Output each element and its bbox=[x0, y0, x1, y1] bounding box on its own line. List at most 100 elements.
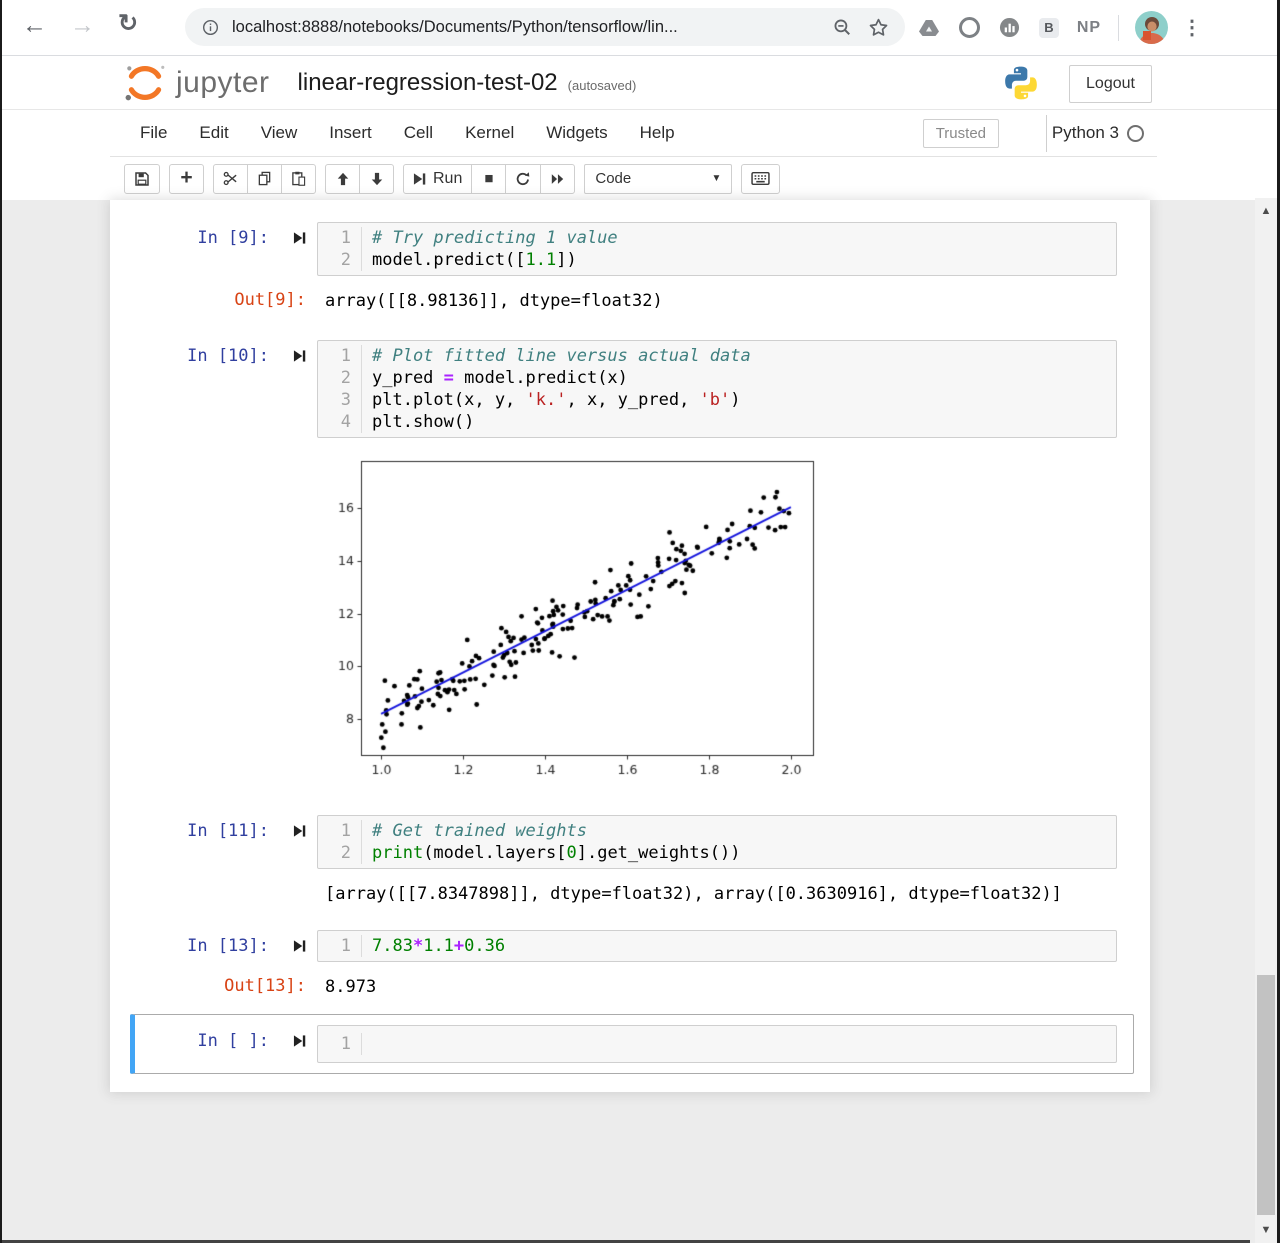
browser-chrome: ← → ↻ localhost:8888/notebooks/Documents… bbox=[0, 0, 1280, 56]
move-cell-down-button[interactable] bbox=[359, 164, 394, 194]
run-cell-icon[interactable] bbox=[293, 349, 306, 363]
cell-prompt-area: In [ ]: bbox=[135, 1025, 306, 1063]
url-text[interactable]: localhost:8888/notebooks/Documents/Pytho… bbox=[232, 18, 817, 37]
cell-prompt-area: In [11]: bbox=[110, 815, 306, 869]
scrollbar[interactable]: ▲ ▼ bbox=[1255, 198, 1277, 1243]
forward-icon[interactable]: → bbox=[70, 13, 95, 38]
code-editor[interactable]: 1 bbox=[317, 1025, 1117, 1063]
scissors-icon bbox=[223, 171, 238, 186]
matplotlib-figure bbox=[332, 458, 832, 788]
arrow-down-icon bbox=[370, 172, 384, 186]
code-text: 7.83*1.1+0.36 bbox=[362, 935, 505, 957]
code-text: # Plot fitted line versus actual data bbox=[362, 345, 751, 367]
paste-cell-button[interactable] bbox=[281, 164, 316, 194]
cut-cell-button[interactable] bbox=[213, 164, 248, 194]
code-editor[interactable]: 1# Try predicting 1 value2model.predict(… bbox=[317, 222, 1117, 276]
logout-button[interactable]: Logout bbox=[1069, 65, 1152, 103]
cell-prompt-area: In [10]: bbox=[110, 340, 306, 438]
save-button[interactable] bbox=[124, 164, 160, 194]
code-text: # Get trained weights bbox=[362, 820, 587, 842]
code-line: 1# Get trained weights bbox=[318, 820, 1116, 842]
restart-kernel-button[interactable] bbox=[505, 164, 541, 194]
code-cell[interactable]: In [9]:1# Try predicting 1 value2model.p… bbox=[110, 222, 1150, 276]
menu-view[interactable]: View bbox=[245, 123, 314, 143]
profile-avatar[interactable] bbox=[1135, 11, 1168, 44]
notebook-title[interactable]: linear-regression-test-02 bbox=[298, 69, 558, 97]
scrollbar-thumb[interactable] bbox=[1257, 975, 1275, 1215]
run-cell-icon[interactable] bbox=[293, 1034, 306, 1048]
notebook-container: In [9]:1# Try predicting 1 value2model.p… bbox=[110, 200, 1150, 1092]
extensions-row: B NP ⋮ bbox=[916, 0, 1202, 55]
chevron-down-icon: ▼ bbox=[711, 173, 721, 184]
copy-cell-button[interactable] bbox=[247, 164, 282, 194]
scrollbar-up-icon[interactable]: ▲ bbox=[1255, 198, 1277, 224]
code-editor[interactable]: 1# Plot fitted line versus actual data2y… bbox=[317, 340, 1117, 438]
output-prompt-area: Out[13]: bbox=[110, 976, 306, 998]
b-extension-icon[interactable]: B bbox=[1036, 18, 1062, 38]
stop-icon: ■ bbox=[484, 170, 493, 187]
selected-code-cell[interactable]: In [ ]: 1 bbox=[130, 1014, 1134, 1074]
code-text: plt.show() bbox=[362, 411, 474, 433]
run-cell-icon[interactable] bbox=[293, 939, 306, 953]
menu-help[interactable]: Help bbox=[624, 123, 691, 143]
interrupt-kernel-button[interactable]: ■ bbox=[471, 164, 506, 194]
code-cell[interactable]: In [13]:17.83*1.1+0.36 bbox=[110, 930, 1150, 962]
address-bar[interactable]: localhost:8888/notebooks/Documents/Pytho… bbox=[185, 8, 905, 46]
run-cell-icon[interactable] bbox=[293, 231, 306, 245]
output-text: 8.973 bbox=[325, 976, 376, 998]
save-icon bbox=[134, 171, 150, 187]
code-text: y_pred = model.predict(x) bbox=[362, 367, 628, 389]
command-palette-button[interactable] bbox=[741, 164, 780, 194]
code-cell[interactable]: In [11]:1# Get trained weights2print(mod… bbox=[110, 815, 1150, 869]
back-icon[interactable]: ← bbox=[22, 13, 47, 38]
trusted-badge[interactable]: Trusted bbox=[923, 119, 999, 148]
page-info-icon[interactable] bbox=[201, 18, 220, 37]
analytics-extension-icon[interactable] bbox=[996, 17, 1022, 38]
copy-icon bbox=[257, 171, 272, 186]
drive-extension-icon[interactable] bbox=[916, 19, 942, 37]
menu-edit[interactable]: Edit bbox=[183, 123, 244, 143]
code-text bbox=[362, 1033, 382, 1055]
line-number: 3 bbox=[318, 389, 362, 411]
line-number: 1 bbox=[318, 1033, 362, 1055]
menu-cell[interactable]: Cell bbox=[388, 123, 449, 143]
line-number: 2 bbox=[318, 367, 362, 389]
run-button[interactable]: Run bbox=[403, 164, 472, 194]
menu-widgets[interactable]: Widgets bbox=[530, 123, 623, 143]
fast-forward-icon bbox=[550, 172, 565, 186]
line-number: 2 bbox=[318, 842, 362, 864]
jupyter-wordmark: jupyter bbox=[176, 66, 270, 100]
zoom-out-icon[interactable] bbox=[833, 18, 852, 37]
menu-bar: File Edit View Insert Cell Kernel Widget… bbox=[0, 110, 1280, 157]
code-cell[interactable]: In [10]:1# Plot fitted line versus actua… bbox=[110, 340, 1150, 438]
code-line: 1# Plot fitted line versus actual data bbox=[318, 345, 1116, 367]
opera-extension-icon[interactable] bbox=[956, 17, 982, 38]
restart-run-all-button[interactable] bbox=[540, 164, 575, 194]
code-line: 1# Try predicting 1 value bbox=[318, 227, 1116, 249]
restart-icon bbox=[515, 171, 531, 187]
bookmark-star-icon[interactable] bbox=[868, 17, 889, 38]
menu-kernel[interactable]: Kernel bbox=[449, 123, 530, 143]
scrollbar-down-icon[interactable]: ▼ bbox=[1255, 1217, 1277, 1243]
add-cell-button[interactable]: + bbox=[169, 164, 204, 194]
jupyter-header: jupyter linear-regression-test-02 (autos… bbox=[0, 56, 1280, 110]
cell-input-area: 17.83*1.1+0.36 bbox=[306, 930, 1150, 962]
np-extension-icon[interactable]: NP bbox=[1076, 19, 1102, 37]
step-forward-icon bbox=[413, 172, 426, 186]
code-editor[interactable]: 17.83*1.1+0.36 bbox=[317, 930, 1117, 962]
paste-icon bbox=[291, 171, 306, 186]
cell-type-select[interactable]: Code ▼ bbox=[584, 164, 732, 194]
code-text: print(model.layers[0].get_weights()) bbox=[362, 842, 741, 864]
code-editor[interactable]: 1# Get trained weights2print(model.layer… bbox=[317, 815, 1117, 869]
menu-insert[interactable]: Insert bbox=[313, 123, 388, 143]
chrome-menu-icon[interactable]: ⋮ bbox=[1182, 15, 1202, 40]
move-cell-up-button[interactable] bbox=[325, 164, 360, 194]
browser-window: ← → ↻ localhost:8888/notebooks/Documents… bbox=[0, 0, 1280, 1243]
keyboard-icon bbox=[751, 171, 770, 186]
menu-file[interactable]: File bbox=[124, 123, 183, 143]
cell-input-area: 1# Try predicting 1 value2model.predict(… bbox=[306, 222, 1150, 276]
reload-icon[interactable]: ↻ bbox=[118, 12, 138, 36]
output-row bbox=[110, 438, 1150, 788]
run-cell-icon[interactable] bbox=[293, 824, 306, 838]
cell-input-area: 1 bbox=[306, 1025, 1133, 1063]
